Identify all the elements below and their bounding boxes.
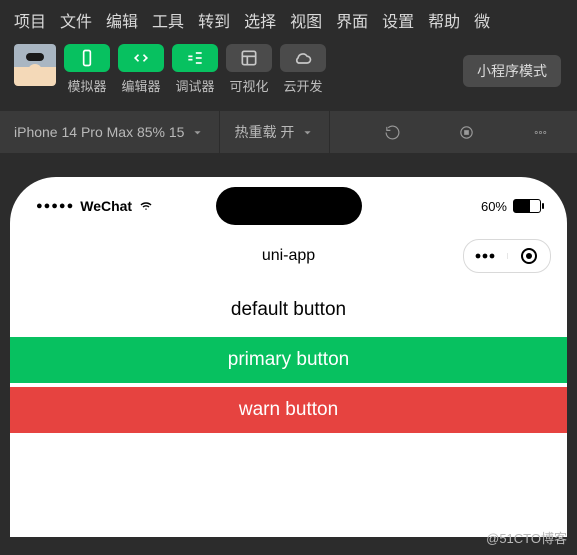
user-avatar[interactable] — [14, 44, 56, 86]
default-button[interactable]: default button — [10, 287, 567, 333]
primary-button[interactable]: primary button — [10, 337, 567, 383]
ide-window: 项目 文件 编辑 工具 转到 选择 视图 界面 设置 帮助 微 模拟器 编辑器 — [0, 0, 577, 555]
battery-icon — [513, 199, 541, 213]
mode-editor[interactable]: 编辑器 — [118, 44, 164, 95]
dynamic-island — [216, 187, 362, 225]
hot-reload-toggle[interactable]: 热重载 开 — [220, 111, 330, 153]
hot-reload-label: 热重载 开 — [234, 122, 294, 142]
mode-cloud[interactable]: 云开发 — [280, 44, 326, 95]
debug-icon — [172, 44, 218, 72]
mode-debugger[interactable]: 调试器 — [172, 44, 218, 95]
device-name: iPhone 14 Pro Max 85% 15 — [14, 124, 184, 140]
layout-icon — [226, 44, 272, 72]
menubar: 项目 文件 编辑 工具 转到 选择 视图 界面 设置 帮助 微 — [0, 0, 577, 40]
mode-label: 编辑器 — [121, 76, 160, 95]
menu-project[interactable]: 项目 — [14, 8, 46, 32]
mode-label: 调试器 — [175, 76, 214, 95]
menu-view[interactable]: 视图 — [290, 8, 322, 32]
mode-label: 模拟器 — [67, 76, 106, 95]
menu-select[interactable]: 选择 — [244, 8, 276, 32]
page-content: default button primary button warn butto… — [10, 277, 567, 433]
phone-frame: ●●●●● WeChat 60% uni-app — [10, 177, 567, 537]
miniprogram-mode-button[interactable]: 小程序模式 — [463, 55, 561, 87]
stop-button[interactable] — [429, 111, 503, 153]
nav-bar: uni-app — [10, 235, 567, 277]
menu-file[interactable]: 文件 — [60, 8, 92, 32]
menu-ui[interactable]: 界面 — [336, 8, 368, 32]
mode-label: 云开发 — [283, 76, 322, 95]
menu-wechat[interactable]: 微 — [474, 8, 490, 32]
mode-label: 可视化 — [229, 76, 268, 95]
device-selector[interactable]: iPhone 14 Pro Max 85% 15 — [0, 111, 220, 153]
device-bar: iPhone 14 Pro Max 85% 15 热重载 开 — [0, 111, 577, 153]
wifi-icon — [138, 200, 154, 212]
simulator-stage: ●●●●● WeChat 60% uni-app — [0, 153, 577, 537]
page-title: uni-app — [262, 247, 315, 265]
refresh-button[interactable] — [355, 111, 429, 153]
menu-help[interactable]: 帮助 — [428, 8, 460, 32]
simulator-icon — [64, 44, 110, 72]
carrier-label: WeChat — [80, 198, 132, 214]
chevron-down-icon — [190, 125, 205, 140]
code-icon — [118, 44, 164, 72]
watermark: @51CTO博客 — [486, 528, 567, 547]
mode-simulator[interactable]: 模拟器 — [64, 44, 110, 95]
cloud-icon — [280, 44, 326, 72]
menu-settings[interactable]: 设置 — [382, 8, 414, 32]
menu-edit[interactable]: 编辑 — [106, 8, 138, 32]
menu-tools[interactable]: 工具 — [152, 8, 184, 32]
signal-dots-icon: ●●●●● — [36, 200, 74, 212]
more-button[interactable] — [503, 111, 577, 153]
capsule-button[interactable] — [463, 239, 551, 273]
toolbar: 模拟器 编辑器 调试器 可视化 云开发 小程序模式 — [0, 40, 577, 95]
capsule-menu-icon[interactable] — [464, 253, 508, 259]
menu-goto[interactable]: 转到 — [198, 8, 230, 32]
chevron-down-icon — [300, 125, 315, 140]
battery-percent: 60% — [481, 199, 507, 214]
warn-button[interactable]: warn button — [10, 387, 567, 433]
mode-visual[interactable]: 可视化 — [226, 44, 272, 95]
capsule-close-icon[interactable] — [508, 246, 551, 266]
